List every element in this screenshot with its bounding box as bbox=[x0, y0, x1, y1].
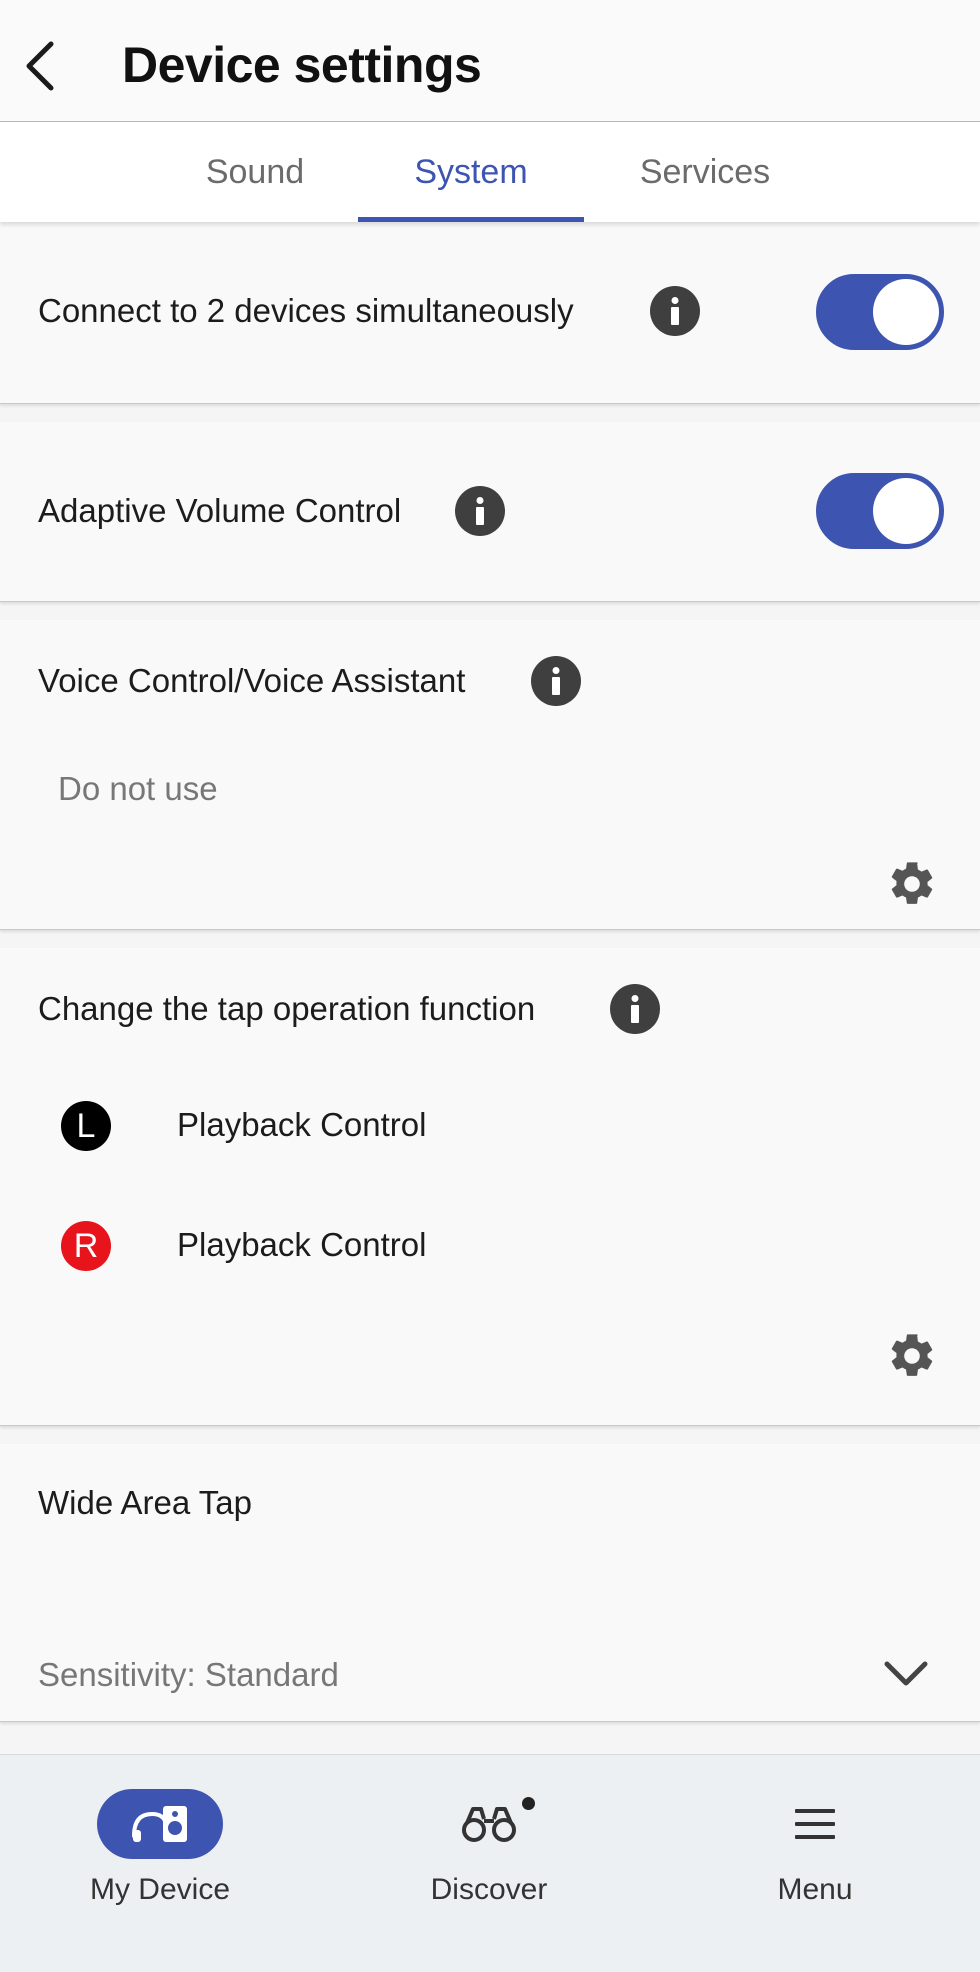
chevron-left-icon bbox=[26, 41, 54, 91]
voice-control-card: Voice Control/Voice Assistant Do not use bbox=[0, 620, 980, 930]
voice-control-value: Do not use bbox=[58, 770, 218, 807]
info-icon[interactable] bbox=[610, 984, 660, 1034]
nav-menu[interactable]: Menu bbox=[652, 1755, 978, 1972]
adaptive-volume-label: Adaptive Volume Control bbox=[38, 492, 402, 529]
chevron-down-icon[interactable] bbox=[882, 1658, 930, 1690]
binoculars-icon bbox=[462, 1807, 516, 1842]
tab-services[interactable]: Services bbox=[610, 122, 800, 222]
active-tab-indicator bbox=[358, 217, 584, 222]
page-title: Device settings bbox=[122, 37, 482, 93]
toggle-knob bbox=[873, 279, 939, 345]
info-icon[interactable] bbox=[455, 486, 505, 536]
header-bar: Device settings bbox=[0, 0, 980, 122]
sensitivity-value[interactable]: Sensitivity: Standard bbox=[38, 1656, 339, 1694]
bottom-nav: My Device Discover Menu bbox=[0, 1754, 980, 1972]
right-tap-function: Playback Control bbox=[177, 1226, 427, 1263]
headphones-speaker-icon bbox=[132, 1806, 187, 1842]
tap-operation-card: Change the tap operation function L Play… bbox=[0, 948, 980, 1426]
adaptive-volume-card: Adaptive Volume Control bbox=[0, 422, 980, 602]
right-earbud-badge: R bbox=[61, 1221, 111, 1271]
wide-area-tap-label: Wide Area Tap bbox=[38, 1484, 253, 1521]
tab-sound[interactable]: Sound bbox=[180, 122, 330, 222]
nav-my-device[interactable]: My Device bbox=[0, 1755, 326, 1972]
nav-label: Discover bbox=[430, 1873, 548, 1906]
tap-operation-label: Change the tap operation function bbox=[38, 990, 536, 1027]
nav-label: My Device bbox=[89, 1873, 231, 1906]
toggle-knob bbox=[873, 478, 939, 544]
multipoint-label: Connect to 2 devices simultaneously bbox=[38, 292, 574, 329]
nav-label: Menu bbox=[777, 1873, 853, 1906]
tab-system[interactable]: System bbox=[358, 122, 584, 222]
nav-discover[interactable]: Discover bbox=[326, 1755, 652, 1972]
multipoint-card: Connect to 2 devices simultaneously bbox=[0, 222, 980, 404]
hamburger-menu-icon bbox=[795, 1809, 835, 1839]
gear-icon[interactable] bbox=[886, 1330, 938, 1382]
left-earbud-badge: L bbox=[61, 1101, 111, 1151]
notification-dot bbox=[522, 1797, 535, 1810]
tab-bar: Sound System Services bbox=[0, 122, 980, 222]
back-button[interactable] bbox=[14, 34, 66, 98]
info-icon[interactable] bbox=[531, 656, 581, 706]
voice-control-label: Voice Control/Voice Assistant bbox=[38, 662, 466, 699]
gear-icon[interactable] bbox=[886, 858, 938, 910]
left-tap-function: Playback Control bbox=[177, 1106, 427, 1143]
wide-area-tap-card: Wide Area Tap Sensitivity: Standard bbox=[0, 1444, 980, 1722]
active-nav-pill bbox=[97, 1789, 223, 1859]
app: Device settings Sound System Services Co… bbox=[0, 0, 980, 1972]
adaptive-volume-toggle[interactable] bbox=[816, 473, 944, 549]
multipoint-toggle[interactable] bbox=[816, 274, 944, 350]
info-icon[interactable] bbox=[650, 286, 700, 336]
